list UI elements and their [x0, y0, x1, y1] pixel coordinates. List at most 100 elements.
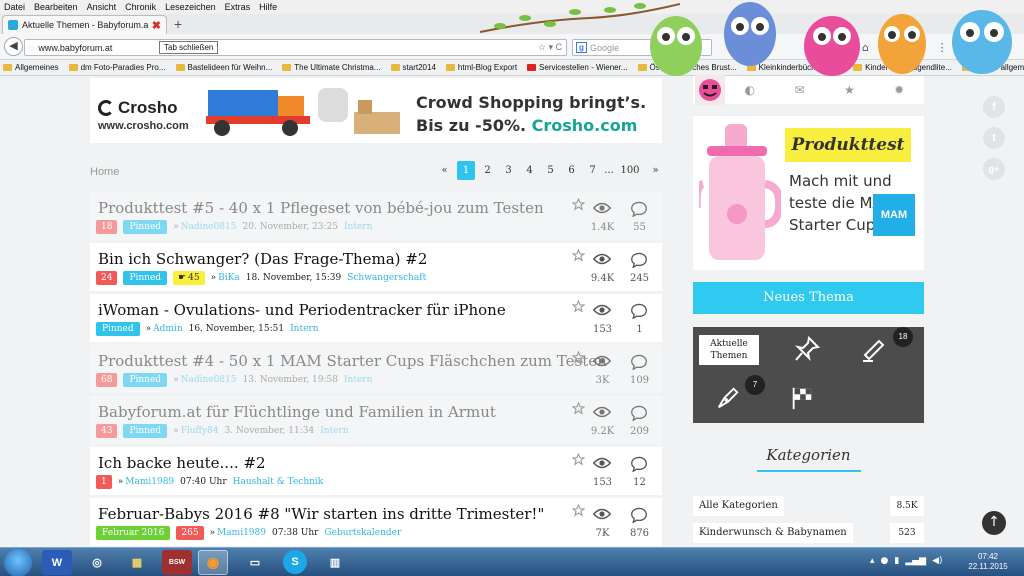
topic-title[interactable]: iWoman - Ovulations- und Periodentracker…: [98, 301, 506, 319]
page-2[interactable]: 2: [477, 161, 498, 180]
bookmark-item[interactable]: Allgemeines: [3, 63, 59, 72]
scroll-to-top-button[interactable]: ↑: [982, 511, 1006, 535]
topic-category[interactable]: Schwangerschaft: [347, 273, 426, 283]
ad-banner[interactable]: Crosho www.crosho.com Crowd Shopping bri…: [90, 78, 662, 143]
topic-row[interactable]: Produkttest #4 - 50 x 1 MAM Starter Cups…: [90, 345, 662, 393]
category-row[interactable]: Alle Kategorien 8.5K: [693, 496, 924, 516]
bookmark-item[interactable]: Schule allgemein: [961, 63, 1024, 72]
favorites-icon[interactable]: ★: [825, 83, 875, 97]
tray-icon[interactable]: ▴: [870, 556, 875, 566]
explorer-icon[interactable]: ▦: [122, 550, 152, 575]
page-1[interactable]: 1: [457, 161, 475, 180]
page-4[interactable]: 4: [519, 161, 540, 180]
download-icon[interactable]: ⬇: [879, 41, 888, 54]
back-button[interactable]: ◀: [4, 37, 23, 56]
filter-current-topics[interactable]: Aktuelle Themen: [699, 335, 759, 365]
facebook-icon[interactable]: f: [983, 96, 1005, 118]
topic-title[interactable]: Produkttest #4 - 50 x 1 MAM Starter Cups…: [98, 352, 607, 370]
new-topic-button[interactable]: Neues Thema: [693, 282, 924, 314]
page-5[interactable]: 5: [540, 161, 561, 180]
start-button[interactable]: [4, 549, 32, 576]
topic-title[interactable]: Februar-Babys 2016 #8 "Wir starten ins d…: [98, 505, 544, 523]
star-icon[interactable]: [572, 351, 585, 364]
unread-count-badge[interactable]: 43: [96, 424, 118, 438]
home-icon[interactable]: ⌂: [862, 41, 869, 54]
app-icon[interactable]: ▥: [320, 550, 350, 575]
star-icon[interactable]: [572, 504, 585, 517]
topic-row[interactable]: Februar-Babys 2016 #8 "Wir starten ins d…: [90, 498, 662, 546]
bsw-app-icon[interactable]: BSW: [162, 550, 192, 575]
bookmark-item[interactable]: Kleinkinderbücher - 3 ...: [746, 63, 843, 72]
page-6[interactable]: 6: [561, 161, 582, 180]
volume-icon[interactable]: ◀): [932, 556, 942, 566]
topic-author[interactable]: Mami1989: [125, 477, 174, 487]
category-row[interactable]: Kinderwunsch & Babynamen 523: [693, 523, 924, 543]
bookmark-item[interactable]: start2014: [390, 63, 436, 72]
topic-row[interactable]: iWoman - Ovulations- und Periodentracker…: [90, 294, 662, 342]
menu-lesezeichen[interactable]: Lesezeichen: [165, 2, 216, 12]
new-tab-button[interactable]: +: [174, 16, 182, 32]
menu-extras[interactable]: Extras: [225, 2, 251, 12]
topic-author[interactable]: Fluffy84: [181, 426, 219, 436]
unread-count-badge[interactable]: 18: [96, 220, 118, 234]
unread-count-badge[interactable]: 68: [96, 373, 118, 387]
browser-tab[interactable]: Aktuelle Themen - Babyforum.at ✖: [2, 15, 167, 34]
checkered-flag-icon[interactable]: [789, 385, 815, 411]
messages-icon[interactable]: ✉: [775, 83, 825, 97]
topic-title[interactable]: Produkttest #5 - 40 x 1 Pflegeset von bé…: [98, 199, 544, 217]
url-actions[interactable]: ☆ ▾ C: [538, 42, 566, 53]
bookmark-item[interactable]: Servicestellen - Wiener...: [527, 63, 628, 72]
topic-row[interactable]: Babyforum.at für Flüchtlinge und Familie…: [90, 396, 662, 444]
app-icon[interactable]: ◎: [82, 550, 112, 575]
clock[interactable]: 07:42 22.11.2015: [960, 552, 1016, 572]
menu-bearbeiten[interactable]: Bearbeiten: [34, 2, 78, 12]
topic-category[interactable]: Intern: [320, 426, 348, 436]
topic-category[interactable]: Intern: [344, 375, 372, 385]
menu-hilfe[interactable]: Hilfe: [259, 2, 277, 12]
tag-badge[interactable]: Februar 2016: [96, 526, 171, 540]
word-app-icon[interactable]: W: [42, 550, 72, 575]
page-7[interactable]: 7: [582, 161, 603, 180]
topic-author[interactable]: Nadine0815: [181, 375, 237, 385]
send-icon[interactable]: ➤: [917, 41, 926, 54]
url-bar[interactable]: ◌ www.babyforum.at ☆ ▾ C: [24, 39, 567, 56]
topic-title[interactable]: Bin ich Schwanger? (Das Frage-Thema) #2: [98, 250, 427, 268]
my-posts-icon[interactable]: [715, 385, 741, 411]
unread-topics-icon[interactable]: [859, 335, 887, 363]
search-input[interactable]: g Google: [572, 39, 712, 56]
star-icon[interactable]: [572, 402, 585, 415]
bookmark-item[interactable]: Österreichisches Brust...: [637, 63, 737, 72]
firefox-icon[interactable]: ◉: [198, 550, 228, 575]
googleplus-icon[interactable]: g+: [983, 158, 1005, 180]
page-100[interactable]: 100: [615, 161, 645, 180]
unread-count-badge[interactable]: 265: [176, 526, 204, 540]
topic-author[interactable]: BiKa: [218, 273, 240, 283]
avatar[interactable]: [695, 75, 725, 105]
page-next[interactable]: »: [645, 161, 666, 180]
globe-icon[interactable]: ◐: [725, 83, 775, 97]
tray-icon[interactable]: ▮: [894, 556, 899, 566]
settings-icon[interactable]: ✹: [874, 83, 924, 97]
breadcrumb-home[interactable]: Home: [90, 166, 119, 178]
topic-category[interactable]: Haushalt & Technik: [233, 477, 324, 487]
topic-category[interactable]: Geburtskalender: [324, 528, 401, 538]
menu-datei[interactable]: Datei: [4, 2, 25, 12]
menu-chronik[interactable]: Chronik: [125, 2, 156, 12]
category-name[interactable]: Alle Kategorien: [693, 496, 784, 516]
menu-icon[interactable]: ⋮: [937, 41, 948, 54]
bookmark-item[interactable]: Bastelideen für Weihn...: [175, 63, 272, 72]
bookmark-item[interactable]: Kinder- und Jugendlite...: [853, 63, 952, 72]
close-tab-icon[interactable]: ✖: [152, 19, 161, 32]
star-icon[interactable]: [572, 300, 585, 313]
tray-icon[interactable]: ●: [881, 556, 889, 566]
unread-count-badge[interactable]: 1: [96, 475, 112, 489]
topic-author[interactable]: Admin: [153, 324, 182, 334]
star-icon[interactable]: [572, 249, 585, 262]
bookmark-item[interactable]: dm Foto-Paradies Pro...: [68, 63, 166, 72]
star-icon[interactable]: [572, 453, 585, 466]
topic-row[interactable]: Bin ich Schwanger? (Das Frage-Thema) #2 …: [90, 243, 662, 291]
topic-row[interactable]: Ich backe heute.... #2 1 » Mami1989 07:4…: [90, 447, 662, 495]
skype-icon[interactable]: S: [283, 550, 307, 574]
topic-author[interactable]: Mami1989: [217, 528, 266, 538]
pin-icon[interactable]: [793, 335, 821, 363]
